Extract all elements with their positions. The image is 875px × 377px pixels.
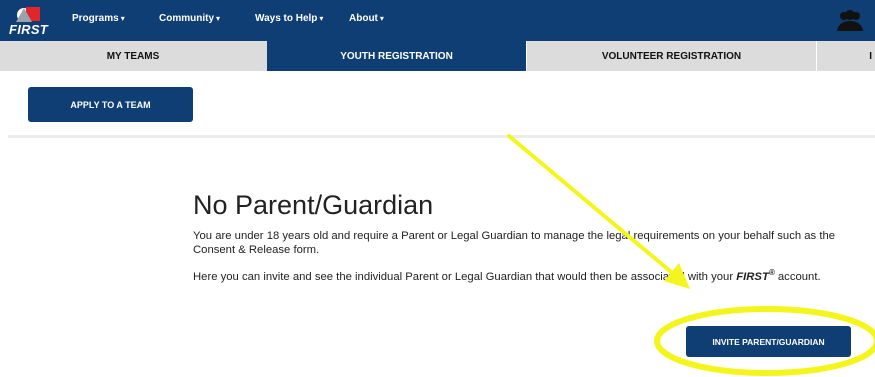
invite-description-text: Here you can invite and see the individu…: [193, 266, 865, 284]
invite-parent-guardian-button[interactable]: INVITE PARENT/GUARDIAN: [686, 326, 851, 357]
nav-community-label: Community: [159, 13, 214, 24]
nav-about[interactable]: About ▾: [349, 13, 384, 24]
user-group-icon[interactable]: [836, 8, 864, 32]
nav-ways-to-help[interactable]: Ways to Help ▾: [255, 13, 323, 24]
age-requirement-text: You are under 18 years old and require a…: [193, 230, 836, 256]
tab-volunteer-registration-label: VOLUNTEER REGISTRATION: [601, 50, 742, 62]
invite-text-after: account.: [774, 270, 821, 283]
registration-tabs: MY TEAMS YOUTH REGISTRATION VOLUNTEER RE…: [0, 41, 875, 71]
first-logo-icon: [16, 7, 40, 22]
top-navigation-bar: FIRST Programs ▾ Community ▾ Ways to Help ▾…: [0, 0, 875, 41]
chevron-down-icon: ▾: [216, 14, 221, 23]
section-divider: [8, 135, 875, 138]
nav-ways-to-help-label: Ways to Help: [255, 13, 318, 24]
nav-programs-label: Programs: [72, 13, 119, 24]
logo-text: FIRST: [9, 22, 49, 37]
tab-truncated[interactable]: I: [817, 41, 875, 71]
chevron-down-icon: ▾: [379, 14, 384, 23]
tab-youth-registration[interactable]: YOUTH REGISTRATION: [267, 41, 526, 71]
page-title: No Parent/Guardian: [193, 190, 434, 220]
chevron-down-icon: ▾: [319, 14, 324, 23]
tab-volunteer-registration[interactable]: VOLUNTEER REGISTRATION: [527, 41, 816, 71]
apply-to-team-button[interactable]: APPLY TO A TEAM: [28, 87, 193, 122]
tab-my-teams[interactable]: MY TEAMS: [0, 41, 266, 71]
tab-youth-registration-label: YOUTH REGISTRATION: [340, 50, 453, 62]
first-logo[interactable]: FIRST: [9, 5, 53, 37]
nav-about-label: About: [349, 13, 378, 24]
brand-first-text: FIRST: [736, 270, 769, 283]
chevron-down-icon: ▾: [120, 14, 125, 23]
nav-programs[interactable]: Programs ▾: [72, 13, 125, 24]
tab-my-teams-label: MY TEAMS: [106, 50, 160, 62]
nav-community[interactable]: Community ▾: [159, 13, 220, 24]
tab-truncated-label: I: [869, 50, 872, 62]
invite-text-before: Here you can invite and see the individu…: [193, 270, 737, 283]
